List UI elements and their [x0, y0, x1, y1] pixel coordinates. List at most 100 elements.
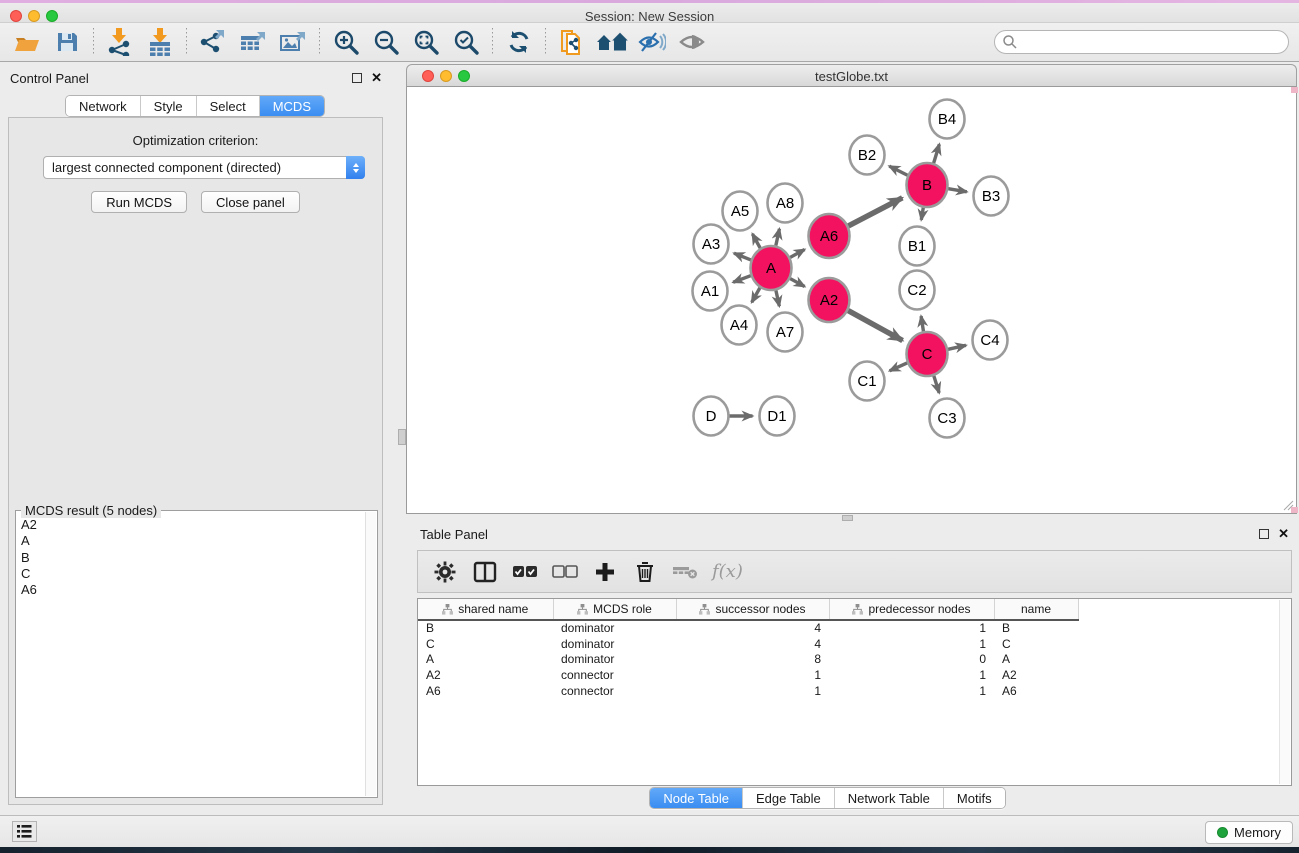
mcds-result-item[interactable]: B — [21, 550, 363, 566]
table-cell[interactable]: 8 — [676, 651, 829, 667]
clone-network-icon[interactable] — [555, 27, 589, 57]
table-row[interactable]: Cdominator41C — [418, 636, 1078, 652]
table-scrollbar[interactable] — [1279, 600, 1290, 784]
split-view-icon[interactable] — [472, 559, 498, 585]
table-cell[interactable]: 4 — [676, 636, 829, 652]
table-cell[interactable]: 0 — [829, 651, 994, 667]
node-A[interactable]: A — [751, 246, 792, 290]
edge-B-B2[interactable] — [889, 166, 907, 175]
mcds-result-item[interactable]: A — [21, 533, 363, 549]
table-cell[interactable]: A — [994, 651, 1078, 667]
mcds-result-item[interactable]: A2 — [21, 517, 363, 533]
mcds-result-list[interactable]: A2ABCA6 — [17, 517, 363, 598]
hide-graphics-icon[interactable] — [635, 27, 669, 57]
mcds-result-item[interactable]: C — [21, 566, 363, 582]
deselect-all-icon[interactable] — [552, 559, 578, 585]
add-column-icon[interactable] — [592, 559, 618, 585]
network-window-titlebar[interactable]: testGlobe.txt — [406, 64, 1297, 87]
edge-A6-B[interactable] — [848, 198, 902, 226]
edge-B-B1[interactable] — [921, 208, 923, 220]
close-panel-button[interactable]: Close panel — [201, 191, 300, 213]
table-cell[interactable]: dominator — [553, 620, 676, 636]
node-A7[interactable]: A7 — [768, 313, 803, 352]
close-panel-icon[interactable]: ✕ — [371, 73, 382, 83]
edge-A-A6[interactable] — [790, 249, 804, 257]
import-table-icon[interactable] — [143, 27, 177, 57]
network-canvas[interactable]: B4B2BB3A8A5A6A3B1AC2A1A2A4A7C4CC1DD1C3 — [406, 87, 1297, 514]
float-panel-icon[interactable] — [352, 73, 362, 83]
column-header-shared-name[interactable]: shared name — [418, 599, 553, 620]
table-row[interactable]: A2connector11A2 — [418, 667, 1078, 683]
column-header-successor-nodes[interactable]: successor nodes — [676, 599, 829, 620]
table-cell[interactable]: 1 — [829, 636, 994, 652]
edge-A2-C[interactable] — [848, 311, 902, 341]
export-table-icon[interactable] — [236, 27, 270, 57]
table-cell[interactable]: 4 — [676, 620, 829, 636]
zoom-selected-icon[interactable] — [449, 27, 483, 57]
zoom-out-icon[interactable] — [369, 27, 403, 57]
column-header-predecessor-nodes[interactable]: predecessor nodes — [829, 599, 994, 620]
network-graph[interactable]: B4B2BB3A8A5A6A3B1AC2A1A2A4A7C4CC1DD1C3 — [407, 87, 1296, 512]
table-row[interactable]: Bdominator41B — [418, 620, 1078, 636]
show-graphics-icon[interactable] — [675, 27, 709, 57]
float-table-panel-icon[interactable] — [1259, 529, 1269, 539]
table-cell[interactable]: C — [418, 636, 553, 652]
edge-A-A7[interactable] — [776, 290, 779, 306]
table-tab-edge-table[interactable]: Edge Table — [743, 788, 835, 808]
node-table[interactable]: shared nameMCDS rolesuccessor nodesprede… — [417, 598, 1292, 786]
table-row[interactable]: A6connector11A6 — [418, 683, 1078, 699]
node-A5[interactable]: A5 — [723, 192, 758, 231]
node-B3[interactable]: B3 — [974, 177, 1009, 216]
node-C2[interactable]: C2 — [900, 271, 935, 310]
table-settings-icon[interactable] — [432, 559, 458, 585]
edge-C-C4[interactable] — [948, 345, 966, 349]
table-cell[interactable]: 1 — [829, 683, 994, 699]
open-session-icon[interactable] — [10, 27, 44, 57]
node-B[interactable]: B — [907, 163, 948, 207]
refresh-icon[interactable] — [502, 27, 536, 57]
table-row[interactable]: Adominator80A — [418, 651, 1078, 667]
edge-B-B3[interactable] — [948, 189, 967, 192]
table-cell[interactable]: A2 — [994, 667, 1078, 683]
edge-A-A8[interactable] — [776, 229, 780, 246]
table-cell[interactable]: B — [994, 620, 1078, 636]
table-cell[interactable]: 1 — [676, 683, 829, 699]
table-cell[interactable]: connector — [553, 683, 676, 699]
edge-A-A3[interactable] — [734, 253, 751, 260]
export-image-icon[interactable] — [276, 27, 310, 57]
table-tab-node-table[interactable]: Node Table — [650, 788, 743, 808]
table-cell[interactable]: C — [994, 636, 1078, 652]
node-A3[interactable]: A3 — [694, 225, 729, 264]
edge-A-A1[interactable] — [733, 276, 751, 283]
node-B1[interactable]: B1 — [900, 227, 935, 266]
table-cell[interactable]: A6 — [994, 683, 1078, 699]
node-A2[interactable]: A2 — [809, 278, 850, 322]
table-cell[interactable]: A2 — [418, 667, 553, 683]
clear-table-icon[interactable] — [672, 559, 698, 585]
table-cell[interactable]: A6 — [418, 683, 553, 699]
edge-C-C3[interactable] — [934, 376, 939, 393]
node-B4[interactable]: B4 — [930, 100, 965, 139]
memory-button[interactable]: Memory — [1205, 821, 1293, 844]
criterion-dropdown[interactable]: largest connected component (directed) — [43, 156, 365, 179]
table-cell[interactable]: dominator — [553, 651, 676, 667]
node-D[interactable]: D — [694, 397, 729, 436]
home-icon[interactable] — [595, 27, 629, 57]
close-table-panel-icon[interactable]: ✕ — [1278, 529, 1289, 539]
table-cell[interactable]: A — [418, 651, 553, 667]
node-D1[interactable]: D1 — [760, 397, 795, 436]
tab-select[interactable]: Select — [197, 96, 260, 116]
vertical-splitter-handle[interactable] — [398, 429, 406, 445]
mcds-list-scrollbar[interactable] — [365, 512, 376, 796]
table-cell[interactable]: 1 — [829, 667, 994, 683]
node-A1[interactable]: A1 — [693, 272, 728, 311]
edge-B-B4[interactable] — [934, 144, 940, 163]
delete-column-icon[interactable] — [632, 559, 658, 585]
zoom-in-icon[interactable] — [329, 27, 363, 57]
node-C3[interactable]: C3 — [930, 399, 965, 438]
edge-A-A5[interactable] — [752, 234, 760, 248]
column-header-name[interactable]: name — [994, 599, 1078, 620]
table-cell[interactable]: B — [418, 620, 553, 636]
node-B2[interactable]: B2 — [850, 136, 885, 175]
task-history-button[interactable] — [12, 821, 37, 842]
